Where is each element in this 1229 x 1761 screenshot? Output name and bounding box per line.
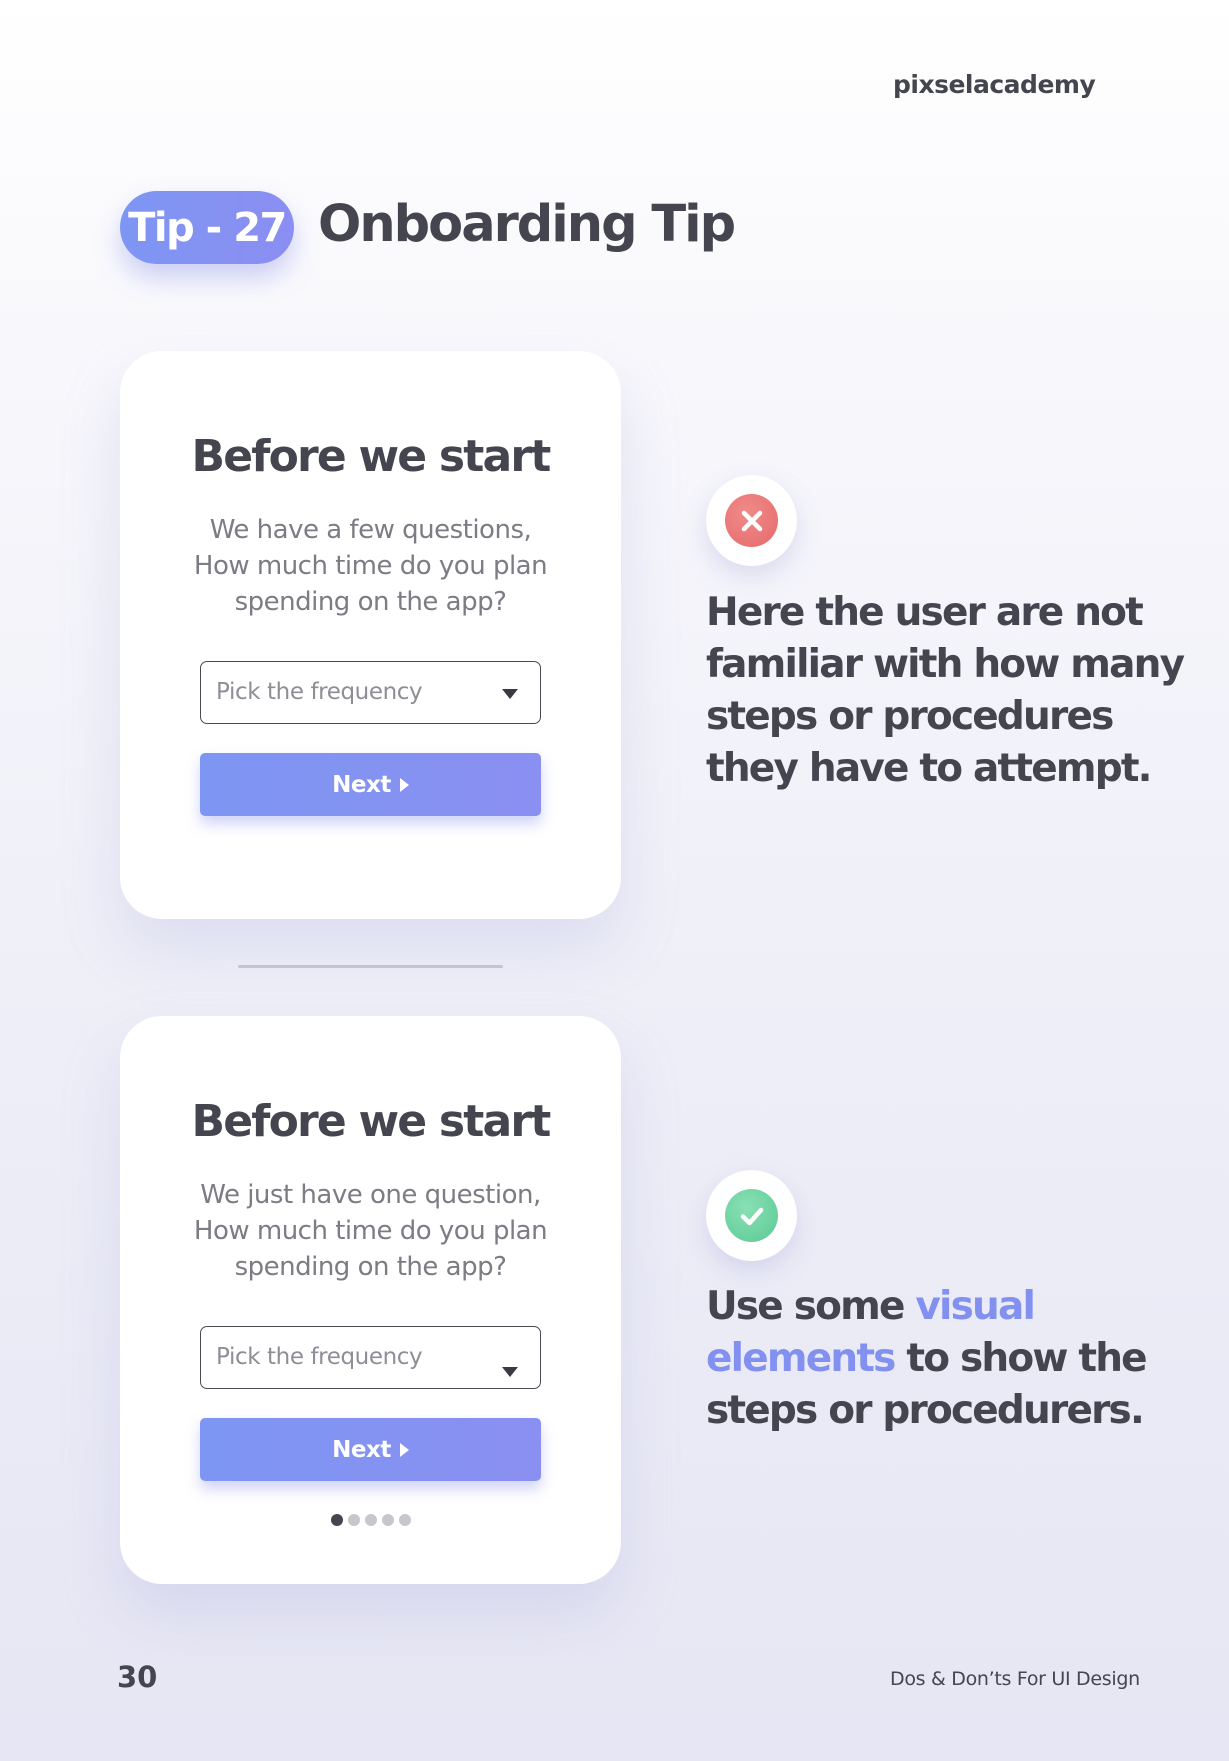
dont-badge	[706, 475, 797, 566]
tip-badge: Tip - 27	[120, 191, 294, 264]
card-question-text: We have a few questions, How much time d…	[160, 512, 581, 620]
step-dot	[398, 1514, 411, 1526]
card-question-line: How much time do you plan	[193, 1216, 548, 1246]
card-question-line: spending on the app?	[234, 1252, 507, 1282]
page-number: 30	[117, 1660, 158, 1694]
statement-text: Use some	[706, 1284, 916, 1329]
card-heading: Before we start	[191, 1096, 551, 1147]
step-dot	[364, 1514, 377, 1526]
frequency-select[interactable]: Pick the frequency	[200, 1326, 541, 1389]
frequency-select-placeholder: Pick the frequency	[216, 679, 423, 705]
check-icon	[725, 1189, 778, 1242]
frequency-select-placeholder: Pick the frequency	[216, 1344, 423, 1370]
bad-example-card: Before we start We have a few questions,…	[120, 351, 621, 919]
step-dot-active	[330, 1514, 343, 1526]
page-title: Onboarding Tip	[318, 195, 736, 254]
chevron-down-icon	[502, 689, 518, 699]
step-dot	[347, 1514, 360, 1526]
good-example-card: Before we start We just have one questio…	[120, 1016, 621, 1584]
next-button[interactable]: Next	[200, 753, 541, 816]
step-progress-dots	[120, 1514, 621, 1526]
footer-title: Dos & Don’ts For UI Design	[890, 1668, 1140, 1690]
do-badge	[706, 1170, 797, 1261]
good-example-statement: Use some visual elements to show the ste…	[706, 1281, 1186, 1437]
card-question-line: spending on the app?	[234, 587, 507, 617]
card-question-line: How much time do you plan	[193, 551, 548, 581]
bad-example-statement: Here the user are not familiar with how …	[706, 590, 1185, 791]
next-button-label: Next	[332, 771, 391, 798]
section-divider	[238, 965, 503, 968]
frequency-select[interactable]: Pick the frequency	[200, 661, 541, 724]
card-question-line: We just have one question,	[200, 1180, 541, 1210]
play-arrow-icon	[399, 1442, 409, 1457]
step-dot	[381, 1514, 394, 1526]
play-arrow-icon	[399, 777, 409, 792]
card-heading: Before we start	[191, 431, 551, 482]
card-question-line: We have a few questions,	[209, 515, 532, 545]
next-button-label: Next	[332, 1436, 391, 1463]
close-icon	[725, 494, 778, 547]
brand-logo-text: pixselacademy	[893, 70, 1096, 99]
card-question-text: We just have one question, How much time…	[160, 1177, 581, 1285]
next-button[interactable]: Next	[200, 1418, 541, 1481]
chevron-down-icon	[502, 1367, 518, 1377]
